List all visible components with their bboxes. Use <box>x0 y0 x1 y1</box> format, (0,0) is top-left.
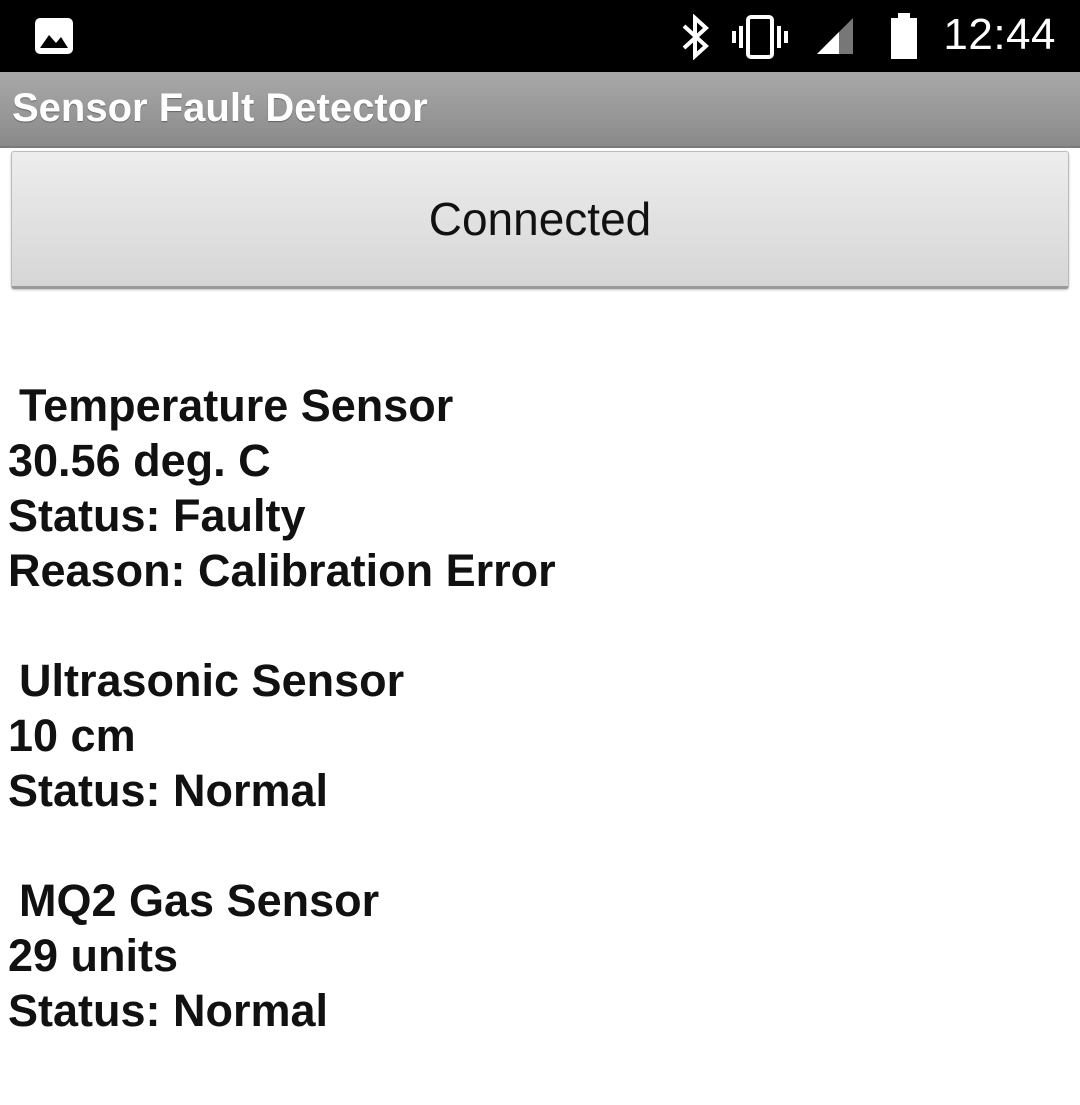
app-title-bar: Sensor Fault Detector <box>0 72 1080 148</box>
sensor-name: MQ2 Gas Sensor <box>19 875 380 926</box>
sensor-status: Status: Normal <box>8 985 329 1036</box>
status-bar: 12:44 <box>0 0 1080 72</box>
sensor-reason: Reason: Calibration Error <box>8 545 556 596</box>
app-title: Sensor Fault Detector <box>12 86 428 130</box>
sensor-value: 29 units <box>8 930 179 981</box>
gas-sensor-block: MQ2 Gas Sensor 29 units Status: Normal <box>8 873 1068 1038</box>
sensor-name: Ultrasonic Sensor <box>19 655 405 706</box>
sensor-name: Temperature Sensor <box>19 380 454 431</box>
sensor-value: 10 cm <box>8 710 136 761</box>
connection-button[interactable]: Connected <box>11 151 1069 289</box>
clock: 12:44 <box>943 10 1056 59</box>
sensor-readings: Temperature Sensor 30.56 deg. C Status: … <box>8 378 1068 1093</box>
signal-icon <box>815 18 855 61</box>
vibrate-icon <box>731 14 789 65</box>
temperature-sensor-block: Temperature Sensor 30.56 deg. C Status: … <box>8 378 1068 598</box>
sensor-value: 30.56 deg. C <box>8 435 271 486</box>
gallery-icon <box>34 17 74 60</box>
ultrasonic-sensor-block: Ultrasonic Sensor 10 cm Status: Normal <box>8 653 1068 818</box>
sensor-status: Status: Faulty <box>8 490 306 541</box>
battery-icon <box>889 12 919 65</box>
bluetooth-icon <box>678 13 714 65</box>
sensor-status: Status: Normal <box>8 765 329 816</box>
